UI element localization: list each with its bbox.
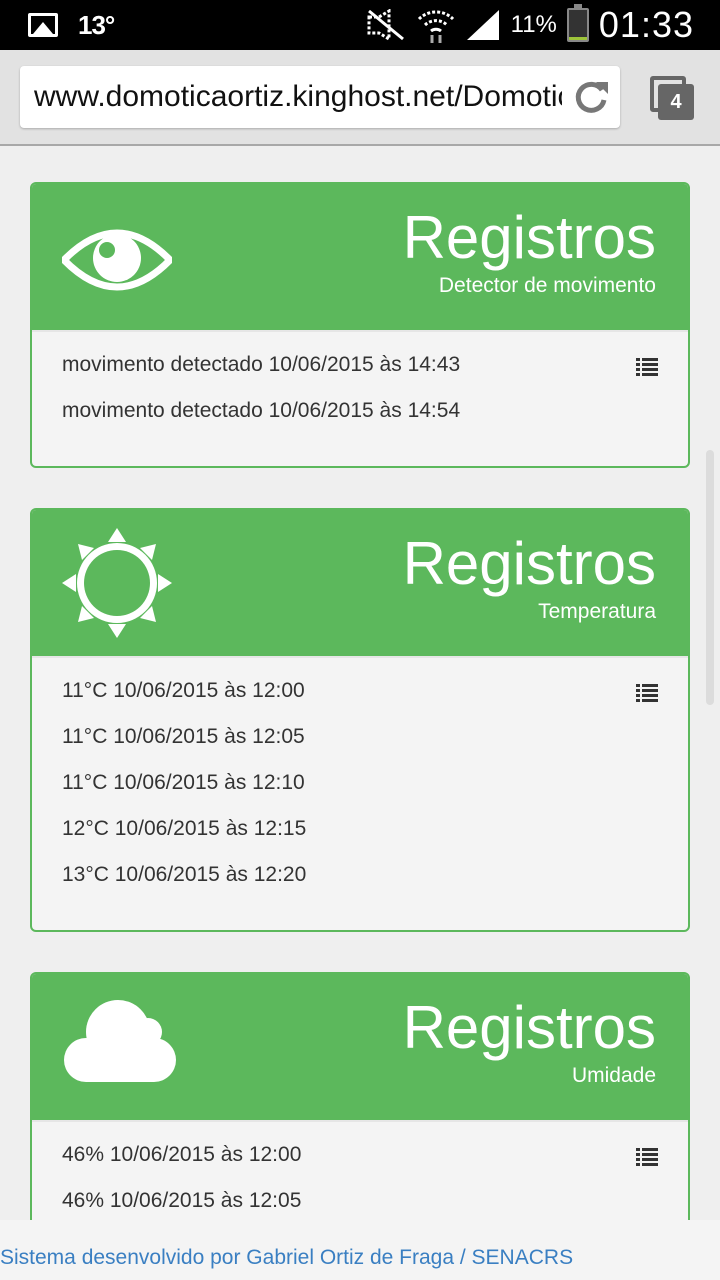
cloud-icon (64, 1000, 176, 1082)
browser-toolbar: www.domoticaortiz.kinghost.net/Domotica … (0, 50, 720, 146)
panel-header: Registros Temperatura (32, 510, 688, 658)
scrollbar[interactable] (706, 450, 714, 705)
footer-credit-link[interactable]: Sistema desenvolvido por Gabriel Ortiz d… (0, 1246, 573, 1270)
panel-title: Registros (402, 204, 656, 271)
panel-temperature: Registros Temperatura 11°C 10/06/2015 às… (30, 508, 690, 932)
panel-header: Registros Detector de movimento (32, 184, 688, 332)
url-text[interactable]: www.domoticaortiz.kinghost.net/Domotica (34, 66, 562, 128)
panel-header: Registros Umidade (32, 974, 688, 1122)
battery-icon (566, 4, 589, 42)
tab-count: 4 (658, 84, 694, 120)
panel-body: 11°C 10/06/2015 às 12:00 11°C 10/06/2015… (32, 658, 688, 926)
status-left: 13° (28, 0, 115, 50)
panel-subtitle: Temperatura (538, 600, 656, 623)
log-entry: 46% 10/06/2015 às 12:00 (62, 1143, 302, 1166)
list-icon[interactable] (636, 358, 658, 376)
panel-title: Registros (402, 530, 656, 597)
log-entry: 13°C 10/06/2015 às 12:20 (62, 863, 307, 886)
list-icon[interactable] (636, 684, 658, 702)
wifi-icon (417, 10, 454, 43)
address-bar[interactable]: www.domoticaortiz.kinghost.net/Domotica (20, 66, 620, 128)
list-icon[interactable] (636, 1148, 658, 1166)
footer: Sistema desenvolvido por Gabriel Ortiz d… (0, 1220, 720, 1280)
clock: 01:33 (598, 4, 694, 45)
log-entry: movimento detectado 10/06/2015 às 14:54 (62, 399, 461, 422)
panel-subtitle: Detector de movimento (438, 274, 656, 297)
log-entry: 11°C 10/06/2015 às 12:05 (62, 725, 305, 748)
log-entry: 12°C 10/06/2015 às 12:15 (62, 817, 307, 840)
log-entry: movimento detectado 10/06/2015 às 14:43 (62, 353, 461, 376)
battery-percent: 11% (510, 11, 557, 38)
battery-fill (568, 36, 587, 40)
gallery-icon (28, 13, 58, 37)
log-entry: 11°C 10/06/2015 às 12:00 (62, 679, 305, 702)
panel-motion: Registros Detector de movimento moviment… (30, 182, 690, 468)
reload-icon[interactable] (572, 78, 610, 116)
tabs-button[interactable]: 4 (650, 76, 694, 120)
eye-icon (62, 229, 172, 291)
panel-title: Registros (402, 994, 656, 1061)
status-bar: 13° 11% 01:33 (0, 0, 720, 50)
weather-temperature: 13° (78, 9, 115, 40)
status-right: 11% 01:33 (365, 0, 694, 50)
mute-icon (367, 9, 404, 41)
signal-icon (466, 10, 499, 40)
log-entry: 11°C 10/06/2015 às 12:10 (62, 771, 305, 794)
panel-body: movimento detectado 10/06/2015 às 14:43 … (32, 332, 688, 462)
panel-subtitle: Umidade (571, 1064, 656, 1087)
sun-icon (62, 528, 172, 638)
